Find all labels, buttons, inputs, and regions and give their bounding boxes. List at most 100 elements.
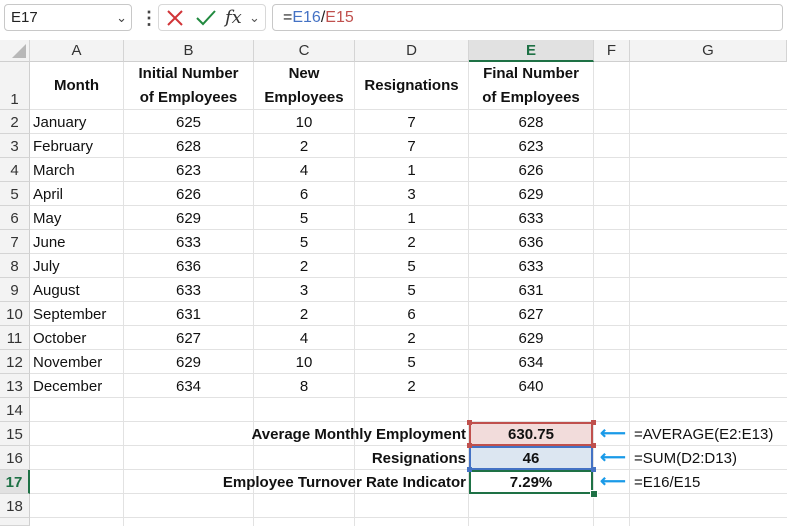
column-header-b[interactable]: B bbox=[124, 40, 254, 62]
cell-month[interactable]: January bbox=[33, 110, 123, 136]
header-new-line2[interactable]: Employees bbox=[254, 86, 354, 110]
cell-new[interactable]: 2 bbox=[254, 254, 354, 280]
row-header-5[interactable]: 5 bbox=[0, 182, 30, 206]
cell-month[interactable]: May bbox=[33, 206, 123, 232]
cell-final[interactable]: 640 bbox=[469, 374, 593, 400]
cell-new[interactable]: 5 bbox=[254, 230, 354, 256]
range-handle[interactable] bbox=[591, 467, 596, 472]
formula-input[interactable]: =E16/E15 bbox=[272, 4, 783, 31]
row-header-7[interactable]: 7 bbox=[0, 230, 30, 254]
cell-initial[interactable]: 633 bbox=[124, 230, 253, 256]
cell-initial[interactable]: 628 bbox=[124, 134, 253, 160]
cell-month[interactable]: November bbox=[33, 350, 123, 376]
column-header-c[interactable]: C bbox=[254, 40, 355, 62]
header-month[interactable]: Month bbox=[30, 62, 123, 110]
cell-new[interactable]: 4 bbox=[254, 326, 354, 352]
row-header-6[interactable]: 6 bbox=[0, 206, 30, 230]
row-header-8[interactable]: 8 bbox=[0, 254, 30, 278]
cell-final[interactable]: 629 bbox=[469, 326, 593, 352]
cell-initial[interactable]: 626 bbox=[124, 182, 253, 208]
cell-new[interactable]: 5 bbox=[254, 206, 354, 232]
note-resignations-formula[interactable]: =SUM(D2:D13) bbox=[634, 446, 737, 472]
cell-final[interactable]: 629 bbox=[469, 182, 593, 208]
cell-resignations[interactable]: 1 bbox=[355, 158, 468, 184]
cell-e16-resignations[interactable]: 46 bbox=[469, 446, 593, 470]
cell-initial[interactable]: 623 bbox=[124, 158, 253, 184]
more-options-icon[interactable]: ⋮ bbox=[140, 6, 158, 30]
select-all-button[interactable] bbox=[0, 40, 30, 62]
column-header-f[interactable]: F bbox=[594, 40, 630, 62]
cell-month[interactable]: October bbox=[33, 326, 123, 352]
row-header-12[interactable]: 12 bbox=[0, 350, 30, 374]
cell-initial[interactable]: 636 bbox=[124, 254, 253, 280]
function-icon[interactable]: fx bbox=[225, 5, 242, 30]
cell-new[interactable]: 6 bbox=[254, 182, 354, 208]
row-header-9[interactable]: 9 bbox=[0, 278, 30, 302]
note-turnover-formula[interactable]: =E16/E15 bbox=[634, 470, 700, 496]
header-initial-line1[interactable]: Initial Number bbox=[124, 62, 253, 86]
chevron-down-icon[interactable]: ⌄ bbox=[249, 5, 260, 30]
cell-resignations[interactable]: 1 bbox=[355, 206, 468, 232]
note-average-formula[interactable]: =AVERAGE(E2:E13) bbox=[634, 422, 773, 448]
row-header-14[interactable]: 14 bbox=[0, 398, 30, 422]
cell-e15-average[interactable]: 630.75 bbox=[469, 422, 593, 446]
column-header-e[interactable]: E bbox=[469, 40, 594, 62]
cell-resignations[interactable]: 7 bbox=[355, 134, 468, 160]
cell-final[interactable]: 623 bbox=[469, 134, 593, 160]
row-header-3[interactable]: 3 bbox=[0, 134, 30, 158]
cell-resignations[interactable]: 5 bbox=[355, 278, 468, 304]
cell-initial[interactable]: 631 bbox=[124, 302, 253, 328]
cell-month[interactable]: February bbox=[33, 134, 123, 160]
cell-initial[interactable]: 627 bbox=[124, 326, 253, 352]
cell-resignations[interactable]: 3 bbox=[355, 182, 468, 208]
cell-resignations[interactable]: 6 bbox=[355, 302, 468, 328]
cell-resignations[interactable]: 2 bbox=[355, 326, 468, 352]
fill-handle[interactable] bbox=[590, 490, 598, 498]
cell-month[interactable]: March bbox=[33, 158, 123, 184]
column-header-a[interactable]: A bbox=[30, 40, 124, 62]
cell-resignations[interactable]: 5 bbox=[355, 350, 468, 376]
range-handle[interactable] bbox=[467, 467, 472, 472]
cell-month[interactable]: July bbox=[33, 254, 123, 280]
cell-initial[interactable]: 634 bbox=[124, 374, 253, 400]
cell-month[interactable]: April bbox=[33, 182, 123, 208]
cell-resignations[interactable]: 2 bbox=[355, 374, 468, 400]
enter-icon[interactable] bbox=[195, 8, 217, 28]
header-new-line1[interactable]: New bbox=[254, 62, 354, 86]
row-header-13[interactable]: 13 bbox=[0, 374, 30, 398]
cell-final[interactable]: 628 bbox=[469, 110, 593, 136]
cell-month[interactable]: June bbox=[33, 230, 123, 256]
row-header-17[interactable]: 17 bbox=[0, 470, 30, 494]
column-header-g[interactable]: G bbox=[630, 40, 787, 62]
header-final-line2[interactable]: of Employees bbox=[469, 86, 593, 110]
header-final-line1[interactable]: Final Number bbox=[469, 62, 593, 86]
cell-final[interactable]: 633 bbox=[469, 254, 593, 280]
cell-month[interactable]: August bbox=[33, 278, 123, 304]
cell-new[interactable]: 4 bbox=[254, 158, 354, 184]
cancel-icon[interactable] bbox=[165, 8, 185, 28]
cell-initial[interactable]: 629 bbox=[124, 350, 253, 376]
row-header-1[interactable]: 1 bbox=[0, 62, 30, 110]
name-box[interactable]: E17 ⌄ bbox=[4, 4, 132, 31]
row-header-11[interactable]: 11 bbox=[0, 326, 30, 350]
cell-initial[interactable]: 625 bbox=[124, 110, 253, 136]
row-header-4[interactable]: 4 bbox=[0, 158, 30, 182]
cell-resignations[interactable]: 5 bbox=[355, 254, 468, 280]
cell-month[interactable]: September bbox=[33, 302, 123, 328]
row-header-2[interactable]: 2 bbox=[0, 110, 30, 134]
cell-e17-turnover-rate[interactable]: 7.29% bbox=[469, 470, 593, 494]
cell-final[interactable]: 626 bbox=[469, 158, 593, 184]
cell-final[interactable]: 631 bbox=[469, 278, 593, 304]
cell-initial[interactable]: 629 bbox=[124, 206, 253, 232]
cell-new[interactable]: 10 bbox=[254, 110, 354, 136]
cell-new[interactable]: 3 bbox=[254, 278, 354, 304]
label-turnover-rate[interactable]: Employee Turnover Rate Indicator bbox=[124, 470, 466, 496]
cell-resignations[interactable]: 2 bbox=[355, 230, 468, 256]
row-header-10[interactable]: 10 bbox=[0, 302, 30, 326]
spreadsheet-grid[interactable]: A B C D E F G 1 2 3 4 5 6 7 8 9 10 11 12… bbox=[0, 40, 787, 526]
header-initial-line2[interactable]: of Employees bbox=[124, 86, 253, 110]
row-header-19[interactable] bbox=[0, 518, 30, 526]
cell-initial[interactable]: 633 bbox=[124, 278, 253, 304]
cell-resignations[interactable]: 7 bbox=[355, 110, 468, 136]
row-header-16[interactable]: 16 bbox=[0, 446, 30, 470]
